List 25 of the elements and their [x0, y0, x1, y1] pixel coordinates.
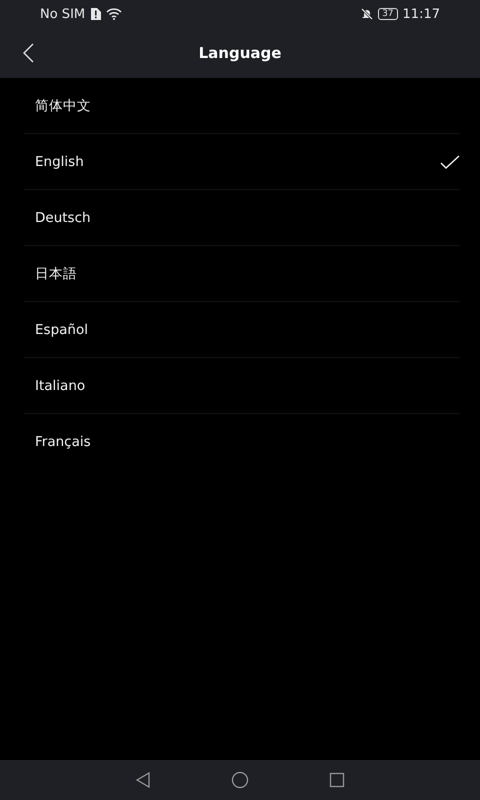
- language-label: Français: [35, 434, 91, 450]
- home-circle-icon[interactable]: [231, 771, 249, 789]
- language-label: 日本語: [35, 264, 77, 282]
- page-title: Language: [198, 44, 282, 62]
- language-item[interactable]: Deutsch: [24, 190, 460, 246]
- language-item[interactable]: Español: [24, 302, 460, 358]
- language-label: Italiano: [35, 378, 86, 394]
- language-item[interactable]: English: [24, 134, 460, 190]
- battery-indicator: 37: [378, 8, 398, 20]
- language-label: 简体中文: [35, 96, 91, 114]
- recents-square-icon[interactable]: [329, 772, 345, 788]
- muted-bell-icon: [361, 8, 374, 20]
- language-item[interactable]: 日本語: [24, 246, 460, 302]
- back-triangle-icon[interactable]: [135, 772, 151, 788]
- wifi-icon: [106, 8, 122, 20]
- language-item[interactable]: 简体中文: [24, 78, 460, 134]
- language-item[interactable]: Français: [24, 414, 460, 469]
- language-label: English: [35, 154, 84, 170]
- clock-text: 11:17: [402, 6, 440, 22]
- language-label: Español: [35, 322, 88, 338]
- language-item[interactable]: Italiano: [24, 358, 460, 414]
- language-label: Deutsch: [35, 210, 91, 226]
- back-icon: [22, 43, 34, 63]
- sim-alert-icon: [90, 8, 102, 20]
- carrier-text: No SIM: [40, 6, 86, 22]
